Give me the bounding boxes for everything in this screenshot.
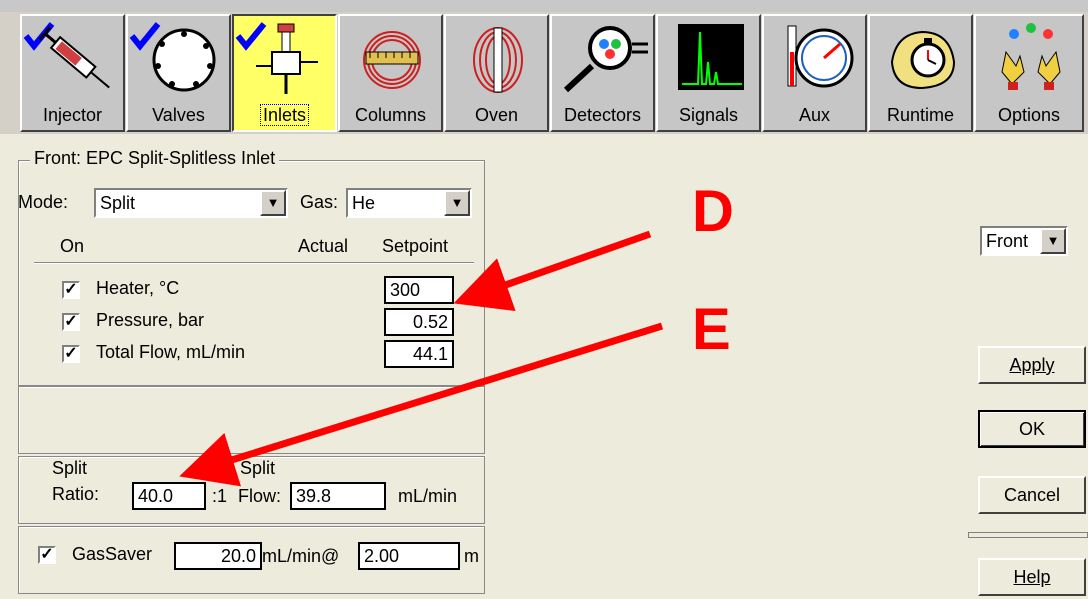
callout-d-label: D [692,179,734,244]
arrow-d [453,230,652,312]
callout-e-label: E [692,297,731,362]
arrow-e [179,322,664,487]
annotation-arrows [179,230,664,487]
